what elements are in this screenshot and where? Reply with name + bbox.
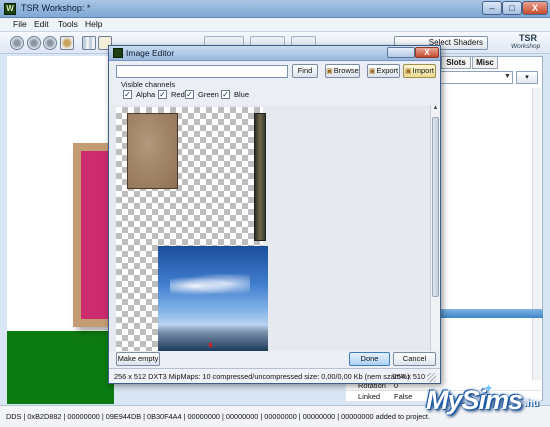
check-icon[interactable]: ✓ [158, 90, 167, 99]
status-text: DDS | 0xB2D882 | 00000000 | 09E944DB | 0… [6, 412, 430, 421]
canvas-scrollbar[interactable]: ▲ [430, 105, 440, 351]
menu-help[interactable]: Help [85, 19, 102, 29]
check-icon[interactable]: ✓ [221, 90, 230, 99]
browse-label: Browse [333, 66, 359, 75]
texture-sky-image [158, 246, 268, 351]
dialog-title-bar[interactable]: Image Editor X [109, 46, 440, 61]
texture-clouds [170, 274, 250, 298]
import-button[interactable]: ▣Import [403, 64, 436, 78]
mysims-watermark: MySims ✦ .hu [426, 383, 550, 427]
grid-icon[interactable] [82, 36, 96, 50]
diamond-icon[interactable] [60, 36, 74, 50]
page-icon-button[interactable]: ▾ [516, 71, 538, 84]
transparency-checkerboard [116, 107, 268, 351]
window-title: TSR Workshop: * [21, 3, 91, 13]
tab-misc[interactable]: Misc [472, 56, 498, 69]
texture-boat [209, 343, 212, 347]
menu-bar: File Edit Tools Help [0, 18, 550, 32]
check-icon[interactable]: ✓ [185, 90, 194, 99]
image-dimensions-text: 254 x 510 [393, 372, 426, 381]
done-button[interactable]: Done [349, 352, 390, 366]
dialog-status-bar: 256 x 512 DXT3 MipMaps: 10 compressed/un… [109, 368, 440, 383]
channel-label: Alpha [136, 90, 156, 99]
sparkle-icon: ✦ [484, 383, 494, 395]
properties-dropdown[interactable] [440, 71, 513, 84]
close-button[interactable]: X [522, 1, 548, 15]
channel-label: Blue [234, 90, 250, 99]
check-icon[interactable]: ✓ [123, 90, 132, 99]
export-button[interactable]: ▣Export [367, 64, 400, 78]
sphere-view-icon[interactable] [10, 36, 24, 50]
tab-slots[interactable]: Slots [441, 56, 471, 69]
image-path-input[interactable] [116, 65, 288, 78]
make-empty-button[interactable]: Make empty [116, 352, 160, 366]
export-icon: ▣ [368, 68, 376, 75]
property-key: Linked [358, 392, 381, 401]
scrollbar-thumb[interactable] [432, 117, 439, 297]
panel-section-header [436, 309, 543, 318]
preview-ground-plane [7, 331, 114, 404]
cancel-button[interactable]: Cancel [393, 352, 436, 366]
folder-icon: ▣ [326, 68, 333, 75]
browse-button[interactable]: ▣Browse [325, 64, 360, 78]
sphere-shaded-icon[interactable] [27, 36, 41, 50]
import-icon: ▣ [405, 68, 412, 75]
property-value[interactable]: False [394, 392, 412, 401]
image-editor-dialog: Image Editor X Find ▣Browse ▣Export ▣Imp… [108, 45, 441, 384]
image-info-text: 256 x 512 DXT3 MipMaps: 10 compressed/un… [114, 372, 410, 381]
menu-edit[interactable]: Edit [34, 19, 49, 29]
channel-label: Red [171, 90, 185, 99]
texture-canvas[interactable] [109, 105, 430, 351]
menu-file[interactable]: File [13, 19, 27, 29]
export-label: Export [376, 66, 399, 75]
visible-channels-label: Visible channels [121, 80, 176, 89]
properties-panel [436, 56, 543, 401]
logo-text-bottom: Workshop [511, 43, 541, 50]
scroll-up-icon[interactable]: ▲ [431, 105, 440, 115]
texture-frame-strip [254, 113, 266, 241]
sphere-wire-icon[interactable] [43, 36, 57, 50]
watermark-text: MySims [426, 385, 523, 415]
tsr-workshop-logo: TSR Workshop [509, 33, 547, 53]
maximize-button[interactable]: □ [502, 1, 522, 15]
dialog-title: Image Editor [126, 48, 175, 58]
import-label: Import [412, 66, 434, 75]
chevron-down-icon: ▼ [504, 73, 511, 80]
texture-wood-region [127, 113, 178, 189]
dialog-close-button[interactable]: X [415, 47, 439, 58]
find-button[interactable]: Find [292, 64, 318, 78]
watermark-suffix: .hu [524, 398, 539, 409]
channel-label: Green [198, 90, 219, 99]
logo-text-top: TSR [519, 33, 537, 43]
resize-grip-icon[interactable] [427, 373, 436, 382]
minimize-button[interactable]: – [482, 1, 502, 15]
title-bar: W TSR Workshop: * – □ X [0, 0, 550, 18]
app-logo-icon [113, 48, 123, 58]
app-logo-icon: W [4, 3, 16, 15]
menu-tools[interactable]: Tools [58, 19, 78, 29]
properties-scrollbar[interactable] [532, 88, 541, 398]
dialog-minimize-button[interactable] [387, 47, 415, 58]
